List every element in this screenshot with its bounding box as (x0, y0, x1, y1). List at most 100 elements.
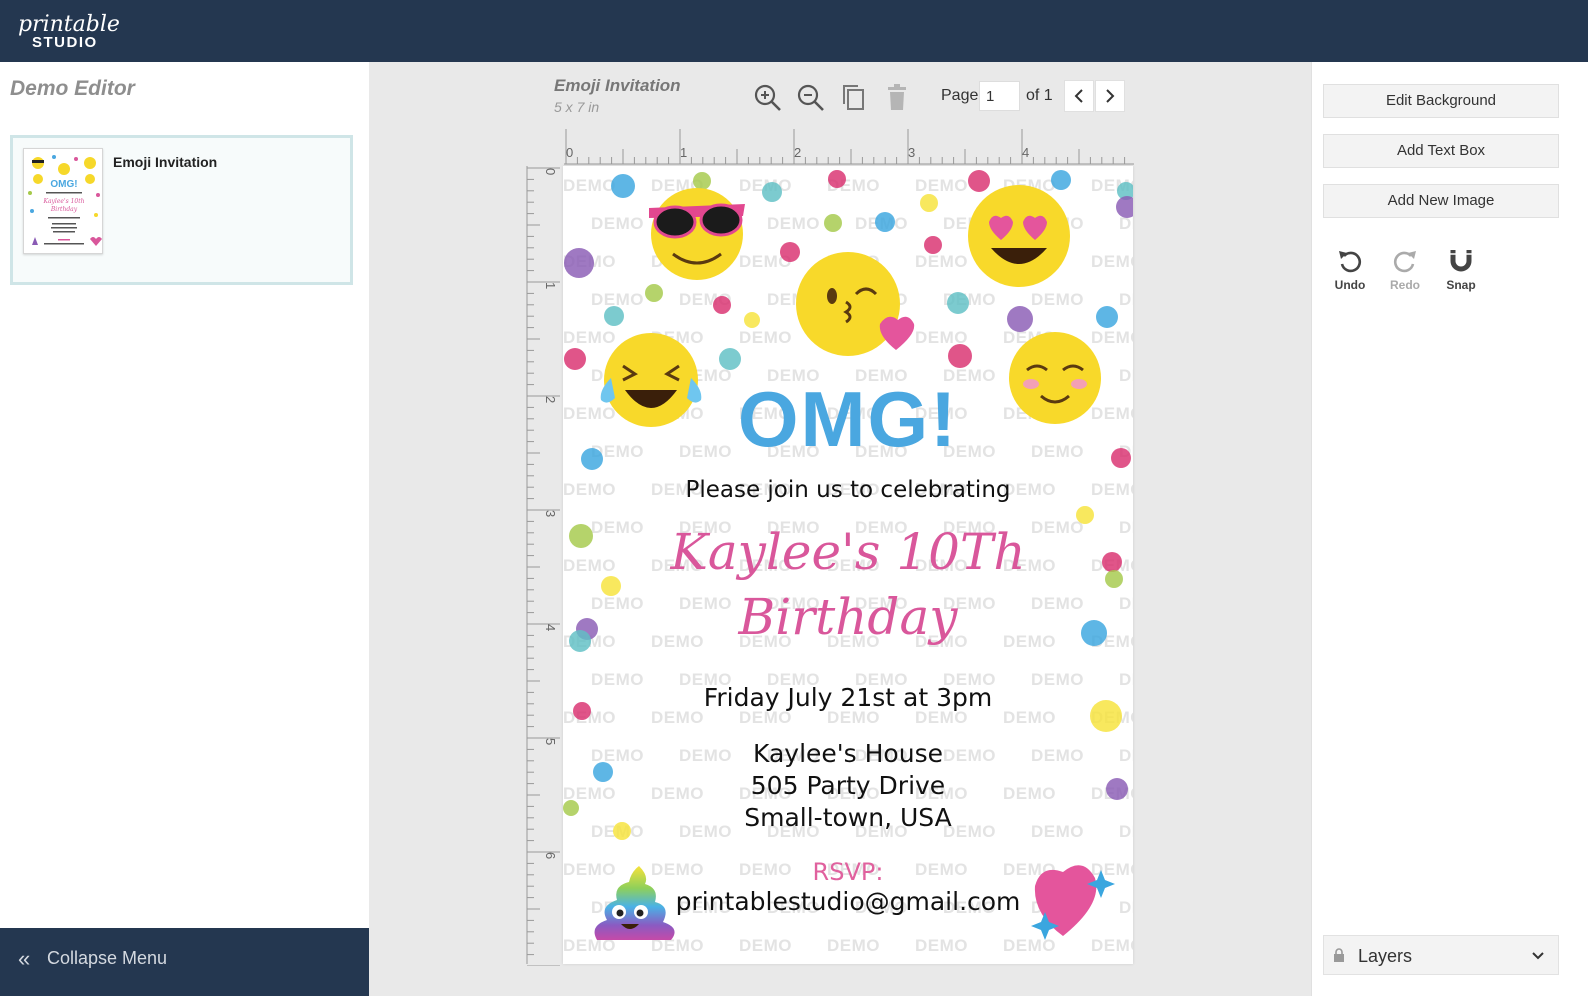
ruler-label: 2 (543, 396, 558, 403)
snap-toggle[interactable]: Snap (1436, 247, 1486, 292)
zoom-in-button[interactable] (752, 82, 784, 114)
edit-background-button[interactable]: Edit Background (1323, 84, 1559, 118)
confetti-dot (719, 348, 741, 370)
address-line-2[interactable]: 505 Party Drive (563, 771, 1133, 800)
undo-label: Undo (1334, 278, 1366, 292)
template-thumbnail: OMG! Kaylee's 10th Birthday (23, 148, 103, 254)
zoom-in-icon (754, 84, 781, 111)
demo-watermark: DEMO (827, 936, 880, 955)
confetti-dot (824, 214, 842, 232)
ruler-label: 6 (543, 852, 558, 859)
double-chevron-left-icon: « (18, 946, 31, 971)
printable-studio-logo[interactable]: printable STUDIO (16, 12, 120, 52)
template-card[interactable]: OMG! Kaylee's 10th Birthday Emoji Invita… (10, 135, 353, 285)
confetti-dot (924, 236, 942, 254)
demo-watermark: DEMO (1119, 290, 1133, 309)
ruler-label: 3 (543, 510, 558, 517)
logo-word: STUDIO (32, 34, 98, 51)
confetti-dot (828, 170, 846, 188)
confetti-dot (611, 174, 635, 198)
confetti-dot (947, 292, 969, 314)
demo-watermark: DEMO (915, 936, 968, 955)
confetti-dot (1116, 196, 1133, 218)
confetti-dot (920, 194, 938, 212)
document-title: Emoji Invitation (554, 76, 681, 95)
demo-watermark: DEMO (739, 328, 792, 347)
ruler-label: 4 (1022, 145, 1029, 160)
redo-icon (1393, 251, 1416, 273)
ruler-label: 2 (794, 145, 801, 160)
confetti-dot (604, 306, 624, 326)
address-line-1[interactable]: Kaylee's House (563, 739, 1133, 768)
confetti-dot (645, 284, 663, 302)
trash-icon (888, 84, 906, 110)
next-page-button[interactable] (1095, 80, 1125, 112)
zoom-out-button[interactable] (795, 82, 827, 114)
page-label: Page (941, 87, 979, 104)
svg-text:Birthday: Birthday (50, 206, 78, 213)
sparkle-heart-image[interactable] (1027, 862, 1123, 946)
demo-watermark: DEMO (915, 176, 968, 195)
layers-dropdown[interactable]: Layers (1323, 935, 1559, 975)
ruler-label: 5 (543, 738, 558, 745)
page-number-input[interactable] (979, 81, 1020, 111)
demo-watermark: DEMO (915, 252, 968, 271)
add-text-box-button[interactable]: Add Text Box (1323, 134, 1559, 168)
confetti-dot (744, 312, 760, 328)
confetti-dot (875, 212, 895, 232)
rainbow-poop-emoji-image[interactable] (589, 862, 675, 946)
chevron-left-icon (1074, 89, 1083, 103)
page-count-label: of 1 (1026, 87, 1053, 104)
kiss-wink-emoji-image[interactable] (792, 246, 916, 358)
confetti-dot (564, 248, 594, 278)
design-canvas[interactable]: DEMO DEMO DEMO DEMO DEMO DEMO DEMO DEMO DEMO DEMO… (563, 166, 1133, 964)
right-panel: Edit Background Add Text Box Add New Ima… (1311, 62, 1588, 996)
demo-watermark: DEMO (1091, 252, 1133, 271)
ruler-label: 0 (543, 168, 558, 175)
headline-text[interactable]: OMG! (563, 374, 1133, 465)
top-bar: printable STUDIO (0, 0, 1588, 62)
celebrate-text[interactable]: Please join us to celebrating (563, 477, 1133, 503)
ruler-label: 3 (908, 145, 915, 160)
copy-icon (843, 85, 864, 110)
ruler-label: 0 (566, 145, 573, 160)
sunglasses-emoji-image[interactable] (647, 182, 753, 282)
collapse-menu-button[interactable]: « Collapse Menu (0, 928, 369, 996)
chevron-right-icon (1106, 89, 1115, 103)
editor-workspace: Emoji Invitation 5 x 7 in Page 1 of 1 0 … (369, 62, 1311, 996)
name-script-text[interactable]: Kaylee's 10Th (563, 523, 1133, 581)
svg-text:Kaylee's 10th: Kaylee's 10th (42, 198, 84, 205)
lock-icon (1334, 948, 1344, 962)
confetti-dot (1096, 306, 1118, 328)
heart-eyes-emoji-image[interactable] (965, 182, 1073, 290)
demo-watermark: DEMO (1031, 290, 1084, 309)
svg-text:OMG!: OMG! (50, 179, 77, 190)
confetti-dot (762, 182, 782, 202)
collapse-menu-label: Collapse Menu (47, 948, 168, 968)
add-new-image-button[interactable]: Add New Image (1323, 184, 1559, 218)
date-time-text[interactable]: Friday July 21st at 3pm (563, 683, 1133, 712)
magnet-icon (1450, 250, 1472, 272)
redo-label: Redo (1390, 278, 1420, 292)
snap-label: Snap (1446, 278, 1476, 292)
horizontal-ruler: 0 1 2 3 4 (564, 129, 1134, 165)
redo-button[interactable]: Redo (1380, 247, 1430, 292)
demo-watermark: DEMO (767, 214, 820, 233)
address-line-3[interactable]: Small-town, USA (563, 803, 1133, 832)
demo-watermark: DEMO (739, 936, 792, 955)
vertical-ruler: 0 1 2 3 4 5 6 (526, 166, 560, 966)
ruler-label: 1 (543, 282, 558, 289)
duplicate-button[interactable] (838, 82, 870, 114)
chevron-down-icon (1532, 952, 1544, 960)
confetti-dot (948, 344, 972, 368)
undo-button[interactable]: Undo (1325, 247, 1375, 292)
zoom-out-icon (797, 84, 824, 111)
demo-watermark: DEMO (591, 214, 644, 233)
confetti-dot (1076, 506, 1094, 524)
confetti-dot (713, 296, 731, 314)
previous-page-button[interactable] (1064, 80, 1094, 112)
document-size: 5 x 7 in (554, 99, 600, 115)
ruler-label: 4 (543, 624, 558, 631)
birthday-script-text[interactable]: Birthday (563, 588, 1133, 646)
delete-button[interactable] (881, 82, 913, 114)
